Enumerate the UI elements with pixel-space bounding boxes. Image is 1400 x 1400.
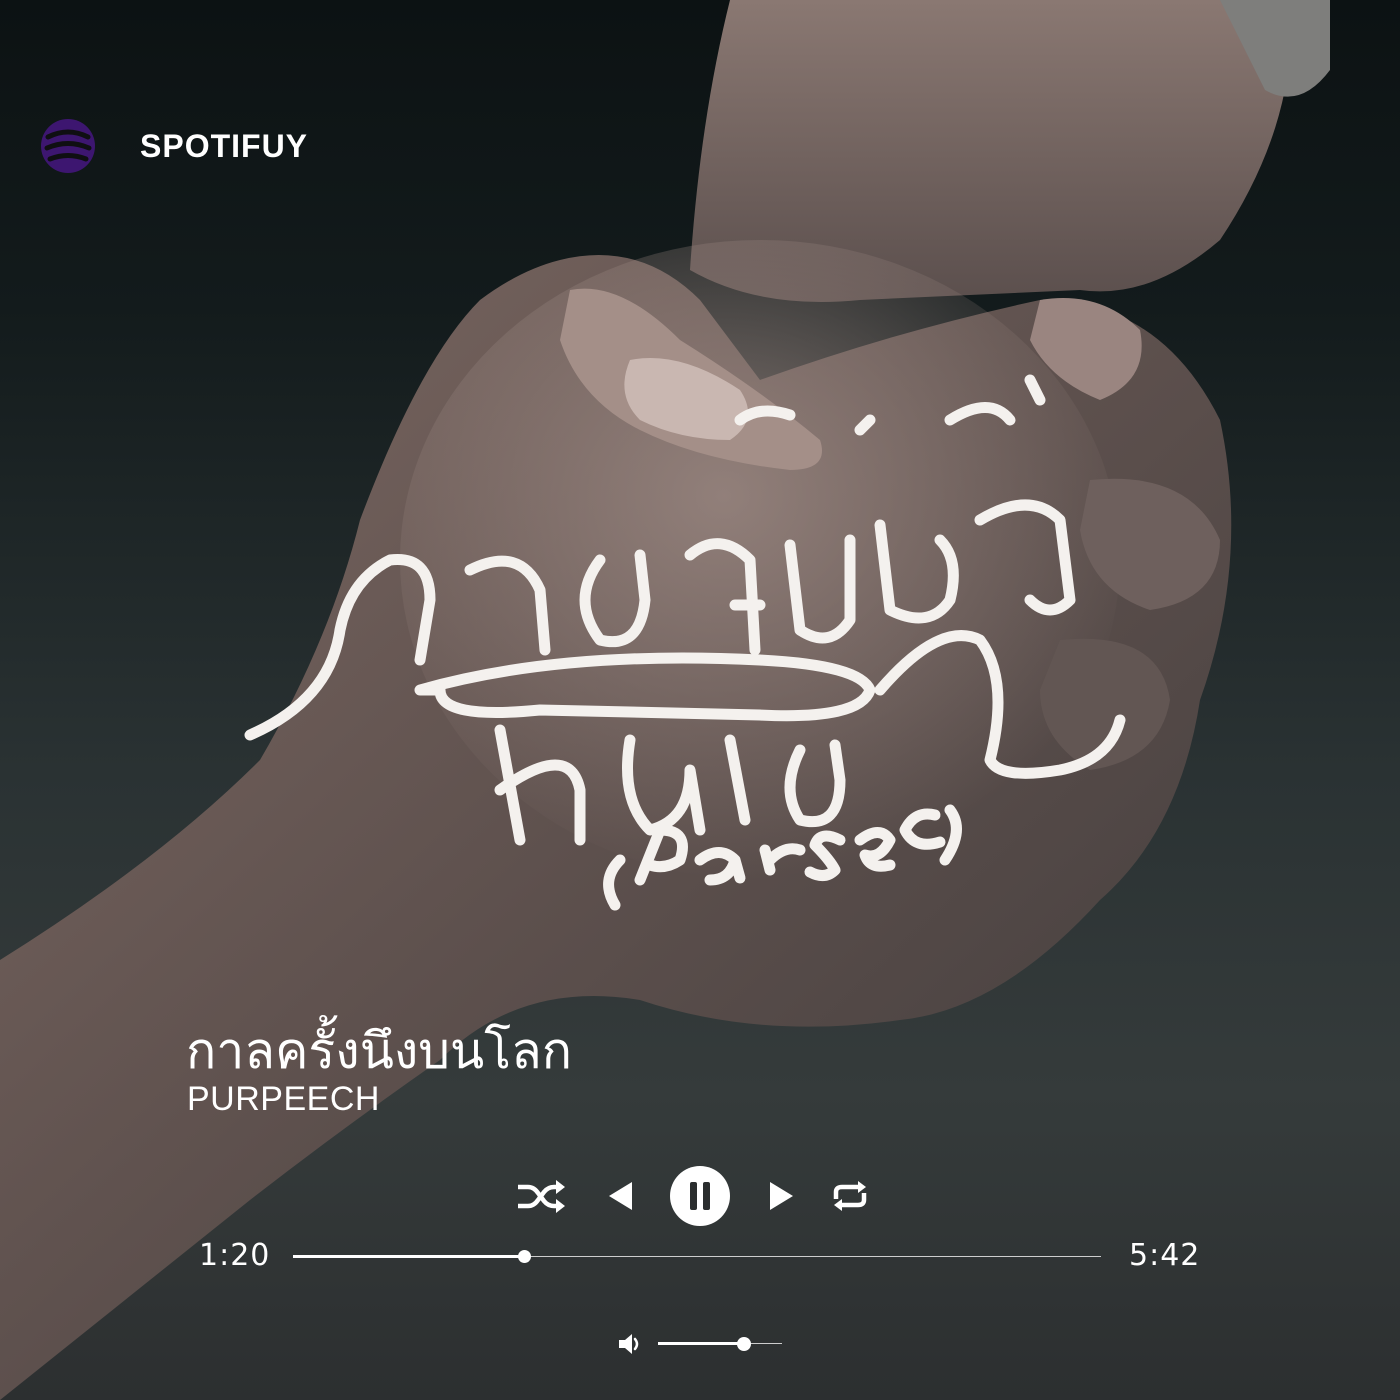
total-duration: 5:42 — [1129, 1238, 1201, 1273]
pause-icon — [670, 1166, 730, 1226]
repeat-button[interactable] — [828, 1178, 872, 1214]
progress-bar[interactable] — [293, 1246, 1101, 1268]
shuffle-button[interactable] — [512, 1178, 568, 1214]
volume-button[interactable] — [616, 1330, 644, 1358]
elapsed-time: 1:20 — [199, 1238, 271, 1273]
repeat-icon — [833, 1181, 867, 1211]
shuffle-icon — [518, 1180, 565, 1213]
track-artist[interactable]: PURPEECH — [187, 1080, 380, 1119]
progress-thumb[interactable] — [518, 1250, 532, 1263]
next-icon — [770, 1182, 793, 1210]
previous-icon — [609, 1182, 632, 1210]
volume-thumb[interactable] — [736, 1337, 751, 1351]
brand[interactable]: SPOTIFUY — [40, 116, 308, 176]
next-button[interactable] — [764, 1178, 800, 1214]
volume-fill — [658, 1342, 744, 1345]
app-logo-icon — [41, 119, 95, 173]
volume-slider[interactable] — [658, 1334, 782, 1354]
app-name: SPOTIFUY — [140, 127, 309, 164]
volume-icon — [619, 1334, 639, 1354]
pause-button[interactable] — [669, 1165, 731, 1227]
progress-fill — [293, 1255, 525, 1258]
previous-button[interactable] — [602, 1178, 638, 1214]
playback-controls — [0, 1164, 1400, 1228]
